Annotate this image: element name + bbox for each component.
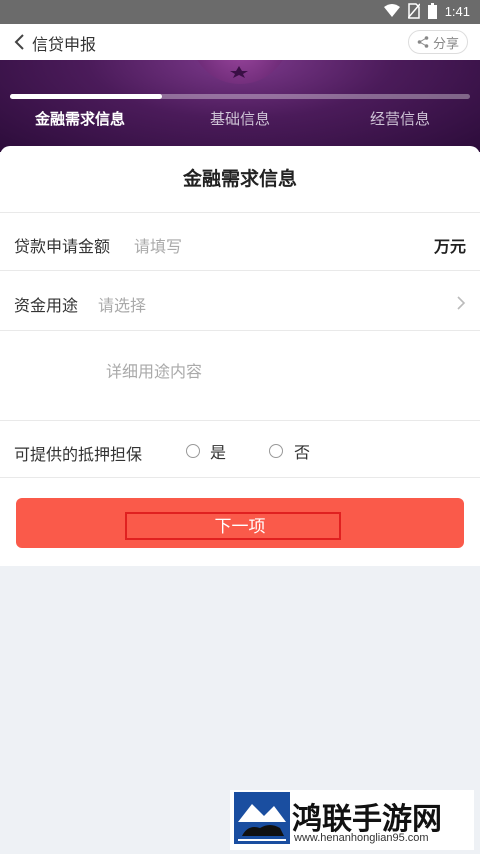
collateral-row: 可提供的抵押担保 是 否 xyxy=(0,420,480,478)
fund-use-select[interactable]: 请选择 xyxy=(98,292,146,316)
next-button-label: 下一项 xyxy=(214,517,266,537)
loan-amount-row[interactable]: 贷款申请金额 请填写 万元 xyxy=(0,212,480,270)
step-banner: 金融需求信息 基础信息 经营信息 xyxy=(0,60,480,152)
loan-amount-unit: 万元 xyxy=(433,237,466,256)
chevron-right-icon xyxy=(457,296,466,310)
status-time: 1:41 xyxy=(444,3,470,19)
battery-icon xyxy=(427,3,437,19)
collateral-no-radio[interactable] xyxy=(269,444,283,458)
progress-fill xyxy=(10,94,162,99)
next-button[interactable]: 下一项 xyxy=(16,498,464,548)
collateral-no-label[interactable]: 否 xyxy=(294,439,310,463)
step-tabs: 金融需求信息 基础信息 经营信息 xyxy=(0,108,480,129)
page-title: 信贷申报 xyxy=(32,35,97,54)
collateral-yes-radio[interactable] xyxy=(186,444,200,458)
no-sim-icon xyxy=(407,3,420,19)
share-icon xyxy=(417,36,429,48)
site-logo-icon xyxy=(234,792,290,844)
loan-amount-label: 贷款申请金额 xyxy=(14,237,111,256)
step-business-info[interactable]: 经营信息 xyxy=(320,108,480,129)
loan-amount-input[interactable]: 请填写 xyxy=(134,233,182,257)
back-icon[interactable] xyxy=(12,32,28,52)
nav-bar: 信贷申报 分享 xyxy=(0,24,480,60)
detail-row[interactable]: 详细用途内容 xyxy=(0,330,480,420)
form-card: 金融需求信息 贷款申请金额 请填写 万元 资金用途 请选择 详细用途内容 可提供… xyxy=(0,146,480,566)
fund-use-row[interactable]: 资金用途 请选择 xyxy=(0,270,480,330)
fund-use-label: 资金用途 xyxy=(14,296,79,315)
progress-bar xyxy=(10,94,470,99)
detail-textarea[interactable]: 详细用途内容 xyxy=(106,358,202,382)
watermark: 鸿联手游网 www.henanhonglian95.com xyxy=(230,790,474,850)
status-bar: 1:41 xyxy=(0,0,480,24)
watermark-url: www.henanhonglian95.com xyxy=(294,832,429,844)
star-icon xyxy=(230,66,248,78)
wifi-icon xyxy=(383,4,400,17)
step-basic-info[interactable]: 基础信息 xyxy=(160,108,320,129)
step-financial-needs[interactable]: 金融需求信息 xyxy=(0,108,160,129)
form-title: 金融需求信息 xyxy=(182,168,297,190)
share-button[interactable]: 分享 xyxy=(407,30,468,54)
collateral-label: 可提供的抵押担保 xyxy=(14,445,143,464)
collateral-yes-label[interactable]: 是 xyxy=(210,439,226,463)
share-label: 分享 xyxy=(432,36,459,52)
